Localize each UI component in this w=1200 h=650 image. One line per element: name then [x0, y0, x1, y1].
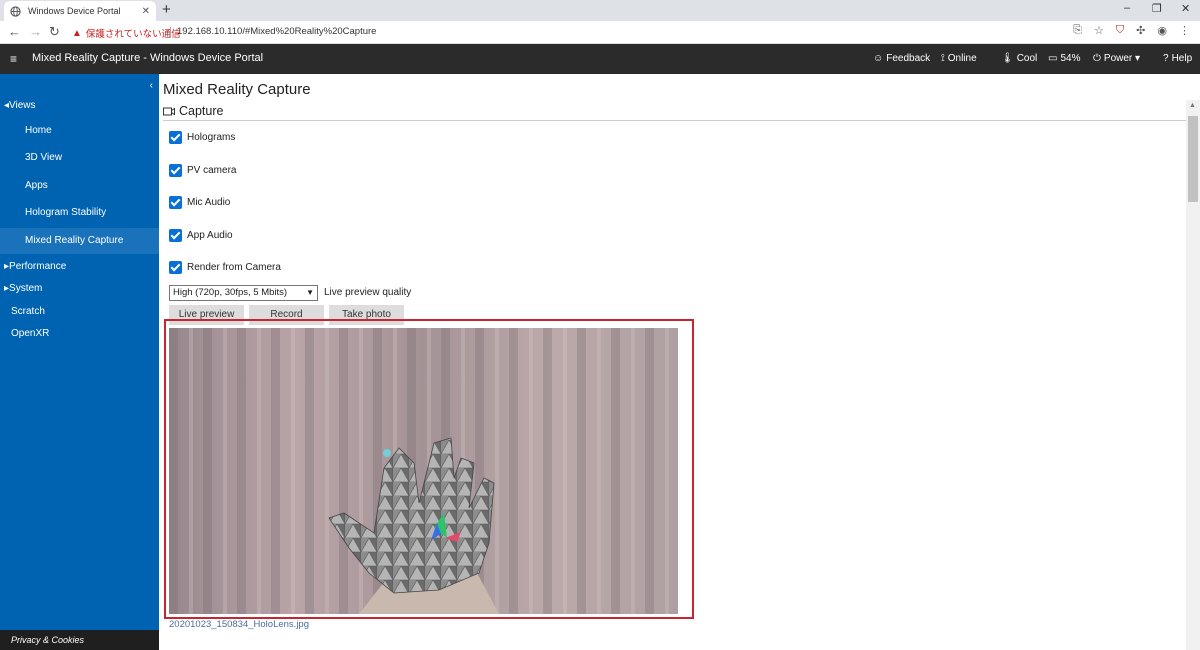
feedback-label: Feedback	[886, 53, 931, 64]
app-header: ≡ Mixed Reality Capture - Windows Device…	[0, 44, 1200, 74]
live-preview-quality-select[interactable]: High (720p, 30fps, 5 Mbits) ▼	[169, 285, 318, 301]
power-label: Power ▾	[1103, 53, 1141, 64]
security-label: 保護されていない通信	[85, 29, 181, 40]
address-separator	[170, 27, 171, 38]
tab-close-icon[interactable]: ✕	[142, 6, 150, 17]
sidebar-item-mixed-reality-capture[interactable]: Mixed Reality Capture	[0, 228, 159, 254]
checkbox-label: App Audio	[187, 230, 233, 241]
restore-button[interactable]: ❐	[1152, 2, 1162, 15]
smile-icon: ☺	[873, 53, 884, 64]
feedback-button[interactable]: ☺ Feedback	[873, 53, 930, 64]
thermometer-icon: 🌡	[1001, 53, 1014, 64]
globe-icon	[10, 5, 21, 17]
power-icon: ⏻	[1093, 53, 1101, 64]
address-bar: ← → ↻ ▲ 保護されていない通信 192.168.10.110/#Mixed…	[0, 21, 1200, 44]
sidebar-item-hologram-stability[interactable]: Hologram Stability	[0, 200, 159, 226]
hamburger-menu-icon[interactable]: ≡	[10, 52, 17, 66]
browser-tab[interactable]: Windows Device Portal ✕	[4, 1, 156, 21]
privacy-cookies-link[interactable]: Privacy & Cookies	[0, 630, 159, 650]
battery-status[interactable]: ▭ 54%	[1048, 53, 1080, 64]
chevron-down-icon: ▼	[306, 288, 314, 297]
app-audio-checkbox[interactable]: App Audio	[169, 229, 233, 242]
online-status[interactable]: ⟟ Online	[941, 53, 977, 64]
reload-icon[interactable]: ↻	[49, 24, 60, 40]
capture-section-header: Capture	[163, 104, 223, 118]
captured-photo-preview[interactable]	[169, 328, 678, 614]
sidebar-group-performance[interactable]: ▸Performance	[4, 261, 66, 272]
online-label: Online	[947, 53, 977, 64]
video-camera-icon	[163, 107, 175, 115]
extension-shield-icon[interactable]: ⛉	[1116, 24, 1124, 37]
select-value: High (720p, 30fps, 5 Mbits)	[173, 287, 288, 298]
forward-icon[interactable]: →	[29, 24, 42, 40]
translate-icon[interactable]: ⎘	[1073, 24, 1082, 37]
new-tab-button[interactable]: +	[162, 1, 171, 19]
browser-toolbar: ⎘ ☆ ⛉ ✣ ◉ ⋮	[1073, 24, 1190, 37]
url-field[interactable]: 192.168.10.110/#Mixed%20Reality%20Captur…	[177, 26, 376, 37]
scroll-thumb[interactable]	[1188, 116, 1198, 202]
sidebar: ‹ ◂Views Home 3D View Apps Hologram Stab…	[0, 74, 159, 650]
help-icon: ?	[1163, 53, 1169, 64]
quality-label: Live preview quality	[324, 287, 412, 298]
thermal-status[interactable]: 🌡 Cool	[1001, 53, 1037, 64]
signal-icon: ⟟	[941, 53, 945, 64]
section-divider	[163, 120, 1186, 121]
checkbox-label: Mic Audio	[187, 197, 231, 208]
scroll-up-icon[interactable]: ▲	[1189, 102, 1196, 109]
app-title: Mixed Reality Capture - Windows Device P…	[32, 52, 264, 64]
checkbox-checked-icon[interactable]	[169, 131, 182, 144]
checkbox-label: Render from Camera	[187, 262, 281, 273]
mic-audio-checkbox[interactable]: Mic Audio	[169, 196, 230, 209]
browser-menu-icon[interactable]: ⋮	[1179, 24, 1190, 37]
checkbox-label: PV camera	[187, 165, 237, 176]
close-window-button[interactable]: ✕	[1181, 2, 1190, 15]
page-title: Mixed Reality Capture	[163, 81, 311, 98]
security-indicator[interactable]: ▲ 保護されていない通信	[72, 26, 181, 41]
battery-icon: ▭	[1048, 53, 1058, 64]
sidebar-item-scratch[interactable]: Scratch	[11, 306, 45, 317]
power-menu[interactable]: ⏻ Power ▾	[1093, 53, 1140, 64]
render-from-camera-checkbox[interactable]: Render from Camera	[169, 261, 281, 274]
captured-file-link[interactable]: 20201023_150834_HoloLens.jpg	[169, 619, 309, 630]
help-label: Help	[1171, 53, 1193, 64]
sidebar-item-home[interactable]: Home	[0, 118, 159, 144]
checkbox-label: Holograms	[187, 132, 236, 143]
minimize-button[interactable]: –	[1124, 2, 1130, 14]
vertical-scrollbar[interactable]: ▲	[1186, 100, 1200, 650]
bookmark-star-icon[interactable]: ☆	[1094, 24, 1104, 37]
help-button[interactable]: ? Help	[1163, 53, 1192, 64]
tab-title: Windows Device Portal	[28, 6, 121, 16]
extensions-puzzle-icon[interactable]: ✣	[1136, 24, 1145, 37]
back-icon[interactable]: ←	[8, 24, 21, 40]
main-content: Mixed Reality Capture Capture Holograms …	[159, 74, 1186, 650]
warning-icon: ▲	[72, 27, 82, 39]
section-title: Capture	[179, 104, 224, 118]
checkbox-checked-icon[interactable]	[169, 261, 182, 274]
profile-icon[interactable]: ◉	[1157, 24, 1167, 37]
checkbox-checked-icon[interactable]	[169, 164, 182, 177]
battery-label: 54%	[1060, 53, 1081, 64]
sidebar-group-views[interactable]: ◂Views	[4, 100, 36, 111]
checkbox-checked-icon[interactable]	[169, 229, 182, 242]
collapse-sidebar-icon[interactable]: ‹	[150, 80, 153, 91]
checkbox-checked-icon[interactable]	[169, 196, 182, 209]
sidebar-item-openxr[interactable]: OpenXR	[11, 328, 49, 339]
sidebar-item-apps[interactable]: Apps	[0, 173, 159, 199]
pv-camera-checkbox[interactable]: PV camera	[169, 164, 236, 177]
sidebar-item-3d-view[interactable]: 3D View	[0, 145, 159, 171]
browser-tab-strip: Windows Device Portal ✕ + – ❐ ✕	[0, 0, 1200, 21]
sidebar-group-system[interactable]: ▸System	[4, 283, 42, 294]
cool-label: Cool	[1016, 53, 1038, 64]
holograms-checkbox[interactable]: Holograms	[169, 131, 235, 144]
